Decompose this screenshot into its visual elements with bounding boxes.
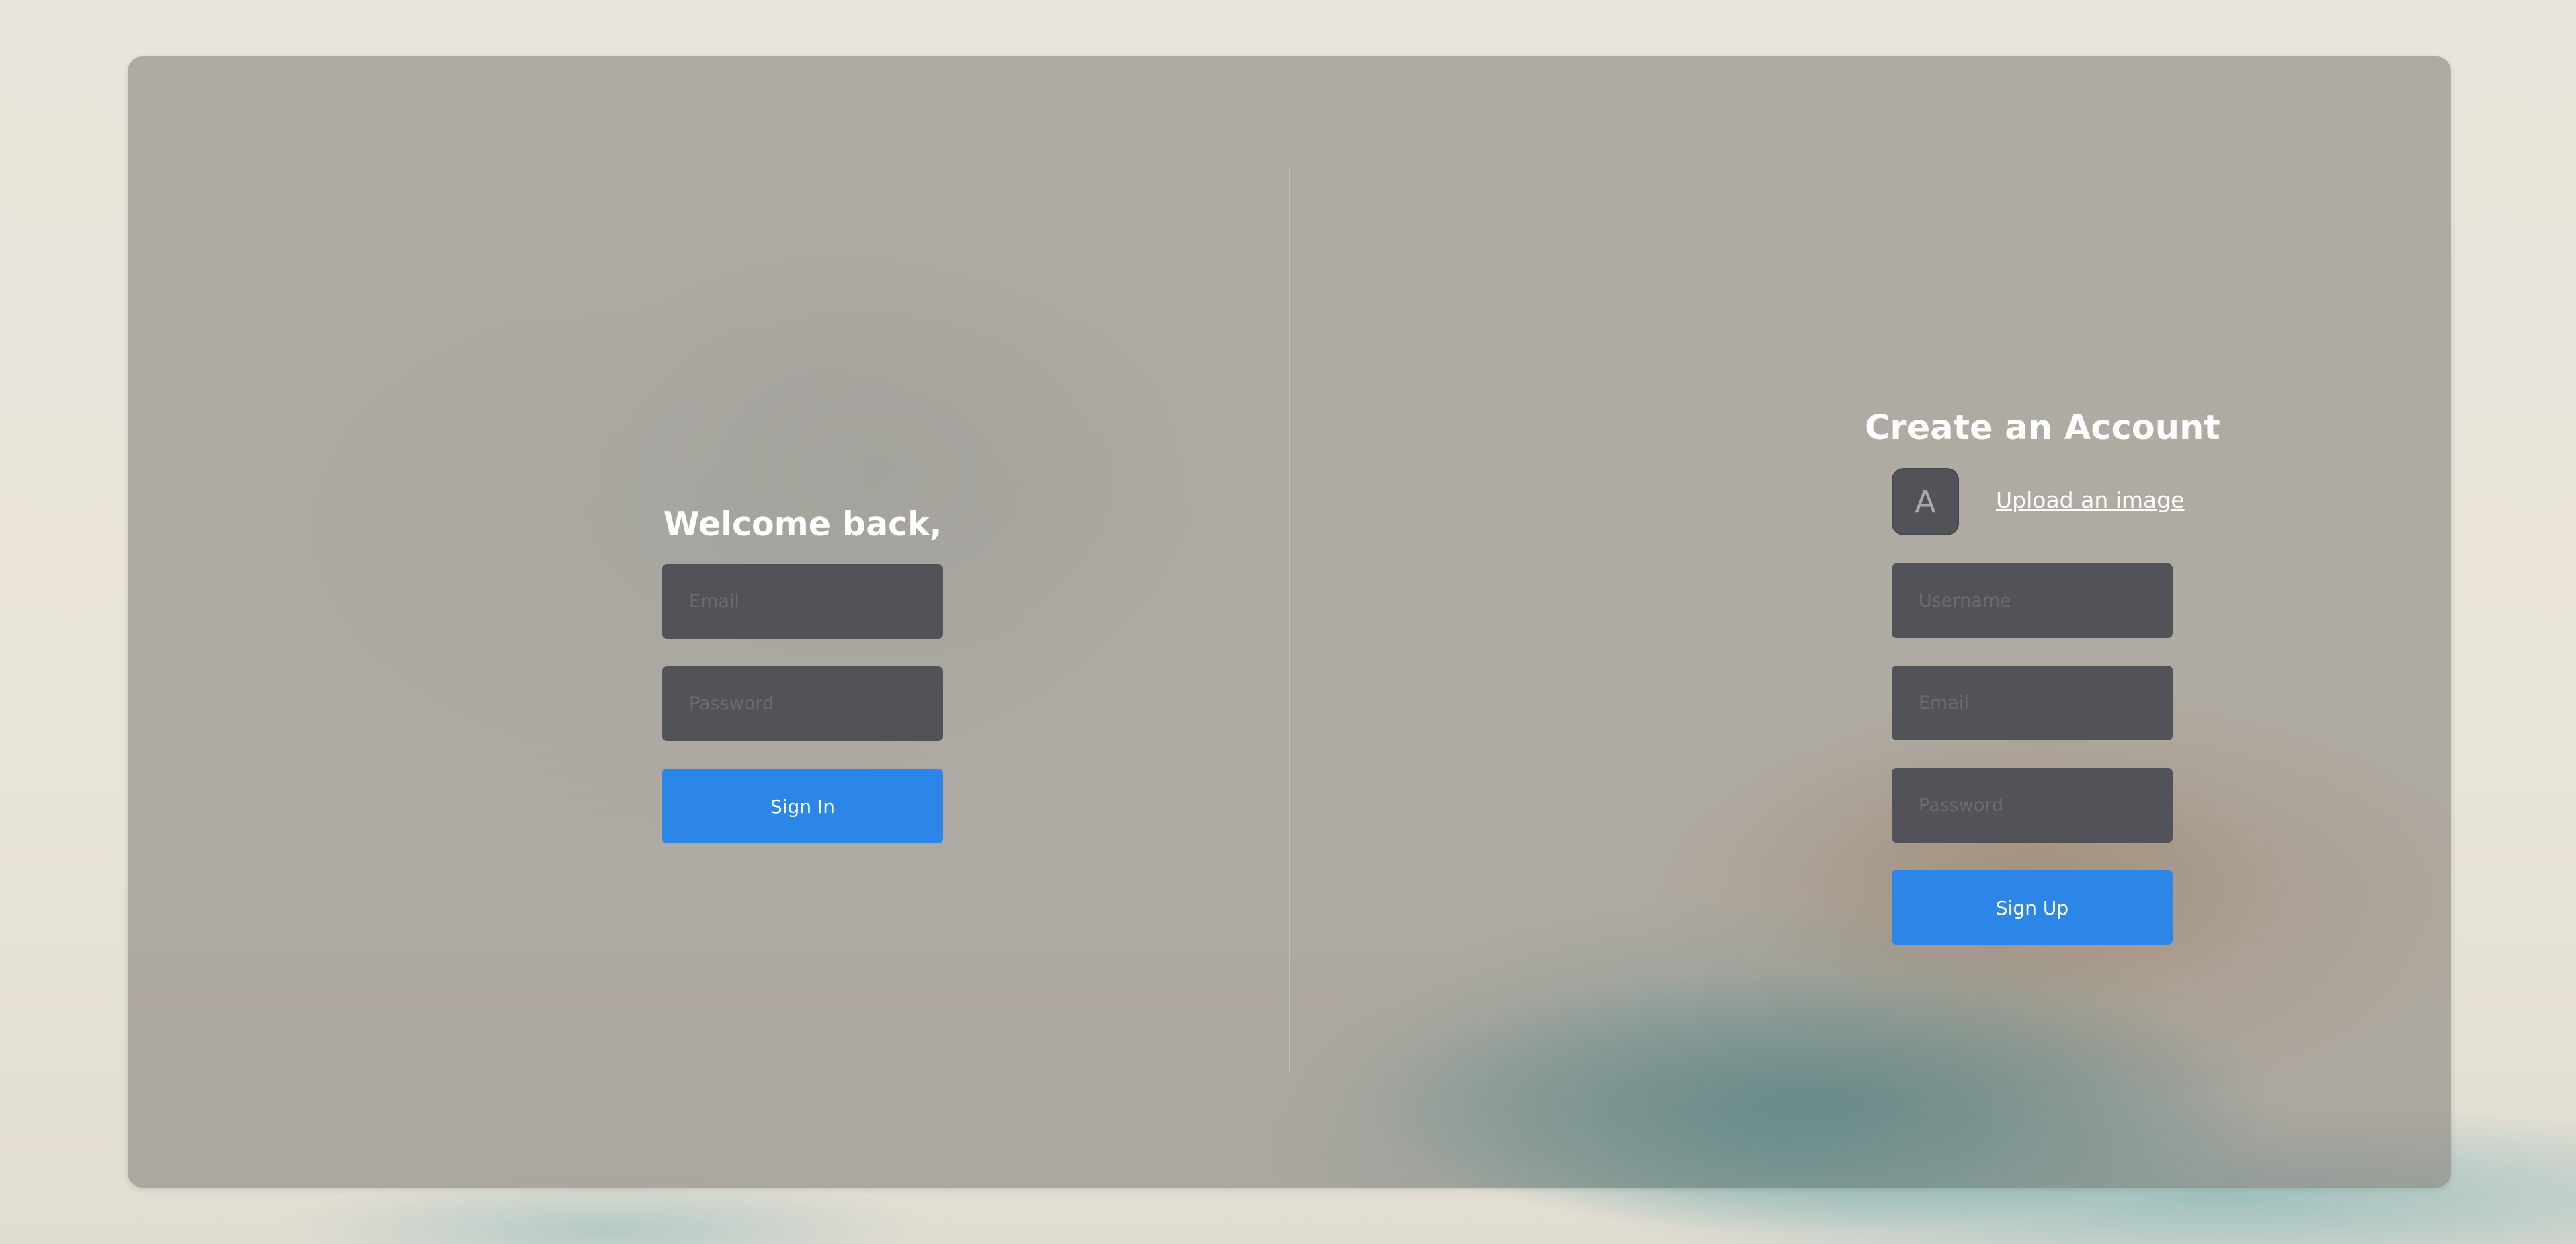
sign-up-password-input[interactable] xyxy=(1892,768,2173,843)
sign-in-form: Welcome back, Sign In xyxy=(662,500,943,843)
auth-panel: Welcome back, Sign In Create an Account … xyxy=(128,56,2451,1188)
sign-in-email-input[interactable] xyxy=(662,564,943,639)
avatar-placeholder[interactable]: A xyxy=(1892,468,1959,535)
avatar-upload-row: A Upload an image xyxy=(1892,468,2185,535)
sign-in-button[interactable]: Sign In xyxy=(662,769,943,843)
vertical-divider xyxy=(1289,169,1290,1073)
sign-up-button[interactable]: Sign Up xyxy=(1892,870,2173,945)
upload-image-link[interactable]: Upload an image xyxy=(1996,487,2185,513)
sign-up-title: Create an Account xyxy=(1865,408,2220,448)
sign-up-email-input[interactable] xyxy=(1892,666,2173,740)
sign-up-username-input[interactable] xyxy=(1892,563,2173,638)
sign-up-form: Create an Account A Upload an image Sign… xyxy=(1865,403,2220,945)
sign-in-password-input[interactable] xyxy=(662,666,943,741)
sign-in-title: Welcome back, xyxy=(663,505,942,543)
